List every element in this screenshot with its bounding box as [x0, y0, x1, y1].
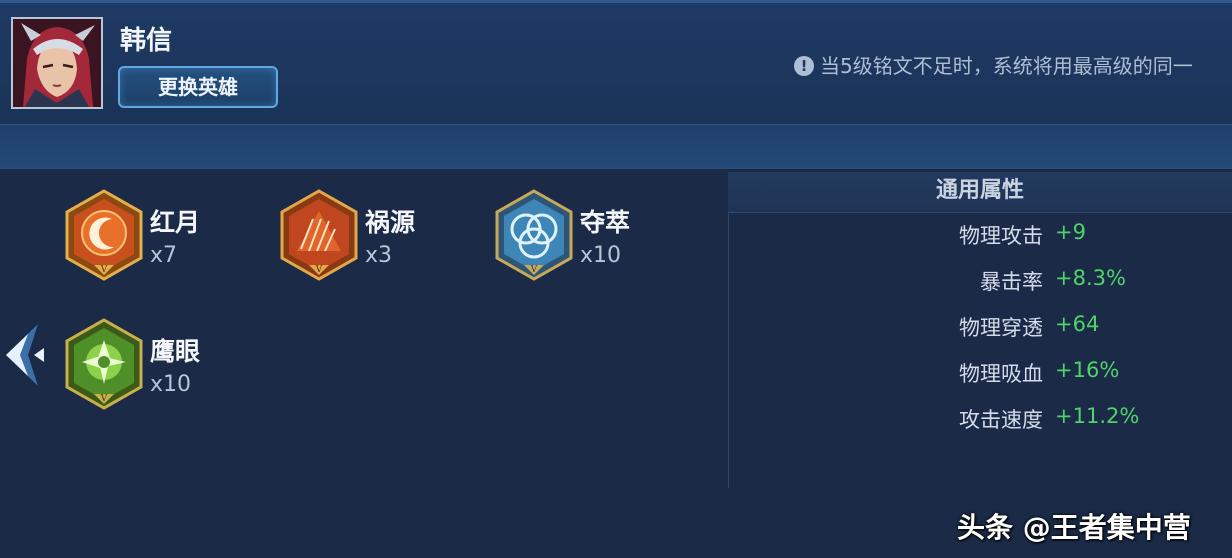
attribute-name: 物理穿透	[959, 316, 1043, 340]
rune-name: 鹰眼	[150, 337, 201, 366]
info-icon: !	[794, 56, 814, 76]
section-divider	[0, 125, 1232, 169]
attribute-row: 物理攻击 +9	[729, 220, 1232, 254]
calamity-rune-icon: V	[280, 189, 358, 281]
notice-bar: ! 当5级铭文不足时，系统将用最高级的同一	[794, 50, 1232, 80]
attribute-row: 攻击速度 +11.2%	[729, 404, 1232, 438]
switch-hero-button[interactable]: 更换英雄	[118, 66, 278, 108]
rune-count: x10	[150, 372, 192, 397]
attribute-value: +64	[1055, 312, 1100, 336]
rune-item[interactable]: V 夺萃 x10	[494, 189, 704, 289]
attribute-name: 暴击率	[980, 270, 1043, 294]
attribute-name: 物理吸血	[959, 362, 1043, 386]
back-arrow-icon[interactable]	[0, 320, 46, 390]
attributes-list: 物理攻击 +9 暴击率 +8.3% 物理穿透 +64 物理吸血 +16% 攻击速…	[728, 212, 1232, 488]
attribute-name: 攻击速度	[959, 408, 1043, 432]
svg-text:V: V	[100, 394, 108, 404]
hawk-eye-rune-icon: V	[65, 318, 143, 410]
attribute-name: 物理攻击	[959, 224, 1043, 248]
hero-avatar	[11, 17, 103, 109]
attribute-row: 物理吸血 +16%	[729, 358, 1232, 392]
svg-text:V: V	[100, 265, 108, 275]
hero-header: 韩信 更换英雄 ! 当5级铭文不足时，系统将用最高级的同一	[0, 0, 1232, 125]
attribute-row: 物理穿透 +64	[729, 312, 1232, 346]
rune-item[interactable]: V 鹰眼 x10	[64, 318, 274, 418]
attribute-row: 暴击率 +8.3%	[729, 266, 1232, 300]
rune-count: x3	[365, 243, 393, 268]
plunder-rune-icon: V	[495, 189, 573, 281]
attribute-value: +9	[1055, 220, 1086, 244]
rune-item[interactable]: V 红月 x7	[64, 189, 274, 289]
svg-text:V: V	[530, 265, 538, 275]
attribute-value: +16%	[1055, 358, 1120, 382]
attribute-value: +11.2%	[1055, 404, 1140, 428]
rune-item[interactable]: V 祸源 x3	[279, 189, 489, 289]
rune-count: x10	[580, 243, 622, 268]
rune-name: 夺萃	[580, 208, 631, 237]
red-moon-rune-icon: V	[65, 189, 143, 281]
notice-text: 当5级铭文不足时，系统将用最高级的同一	[820, 54, 1193, 78]
hero-name: 韩信	[120, 26, 173, 56]
attribute-value: +8.3%	[1055, 266, 1126, 290]
rune-name: 红月	[150, 208, 201, 237]
svg-text:V: V	[315, 265, 323, 275]
rune-count: x7	[150, 243, 178, 268]
rune-name: 祸源	[365, 208, 416, 237]
watermark: 头条 @王者集中营	[957, 511, 1191, 544]
attributes-title: 通用属性	[728, 172, 1232, 213]
